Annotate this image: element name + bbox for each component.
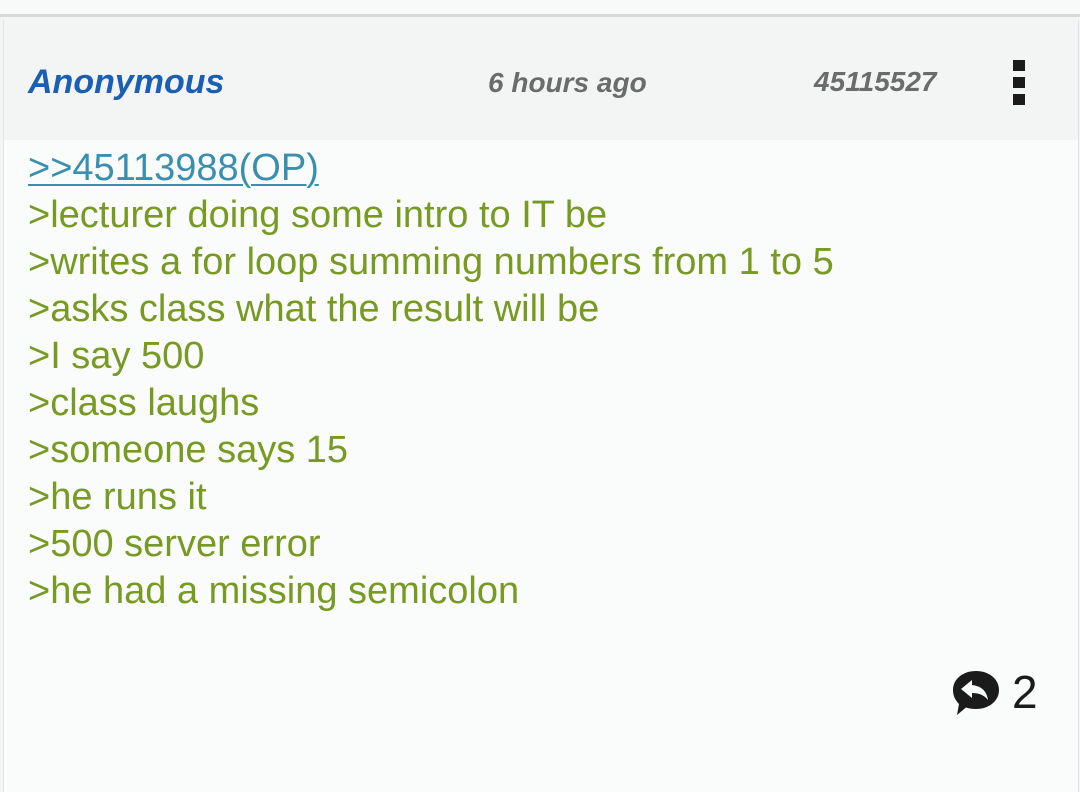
more-vertical-icon-dot [1013, 94, 1025, 105]
greentext-line: >I say 500 [28, 335, 205, 377]
post-author[interactable]: Anonymous [28, 62, 224, 102]
quote-link-op[interactable]: >>45113988(OP) [28, 145, 1058, 192]
post-header: Anonymous 6 hours ago 45115527 [4, 20, 1078, 140]
previous-post-edge [0, 0, 1080, 17]
greentext-line: >lecturer doing some intro to IT be [28, 194, 608, 236]
greentext-line: >writes a for loop summing numbers from … [28, 241, 834, 283]
greentext-line: >asks class what the result will be [28, 288, 600, 330]
replies-button[interactable]: 2 [950, 666, 1050, 719]
post-number[interactable]: 45115527 [814, 64, 937, 100]
greentext-line: >class laughs [28, 382, 260, 424]
greentext-line: >someone says 15 [28, 429, 349, 471]
greentext-line: >he had a missing semicolon [28, 570, 520, 612]
post-body: >>45113988(OP) >lecturer doing some intr… [28, 145, 1058, 615]
greentext-line: >500 server error [28, 523, 321, 565]
post-timestamp: 6 hours ago [488, 67, 647, 98]
post-menu-button[interactable] [1002, 56, 1038, 108]
more-vertical-icon-dot [1013, 77, 1025, 88]
post-card: Anonymous 6 hours ago 45115527 >>4511398… [3, 20, 1079, 792]
greentext-line: >he runs it [28, 476, 207, 518]
reply-count: 2 [1012, 666, 1038, 718]
more-vertical-icon [1013, 60, 1025, 71]
reply-bubble-icon [953, 671, 999, 715]
